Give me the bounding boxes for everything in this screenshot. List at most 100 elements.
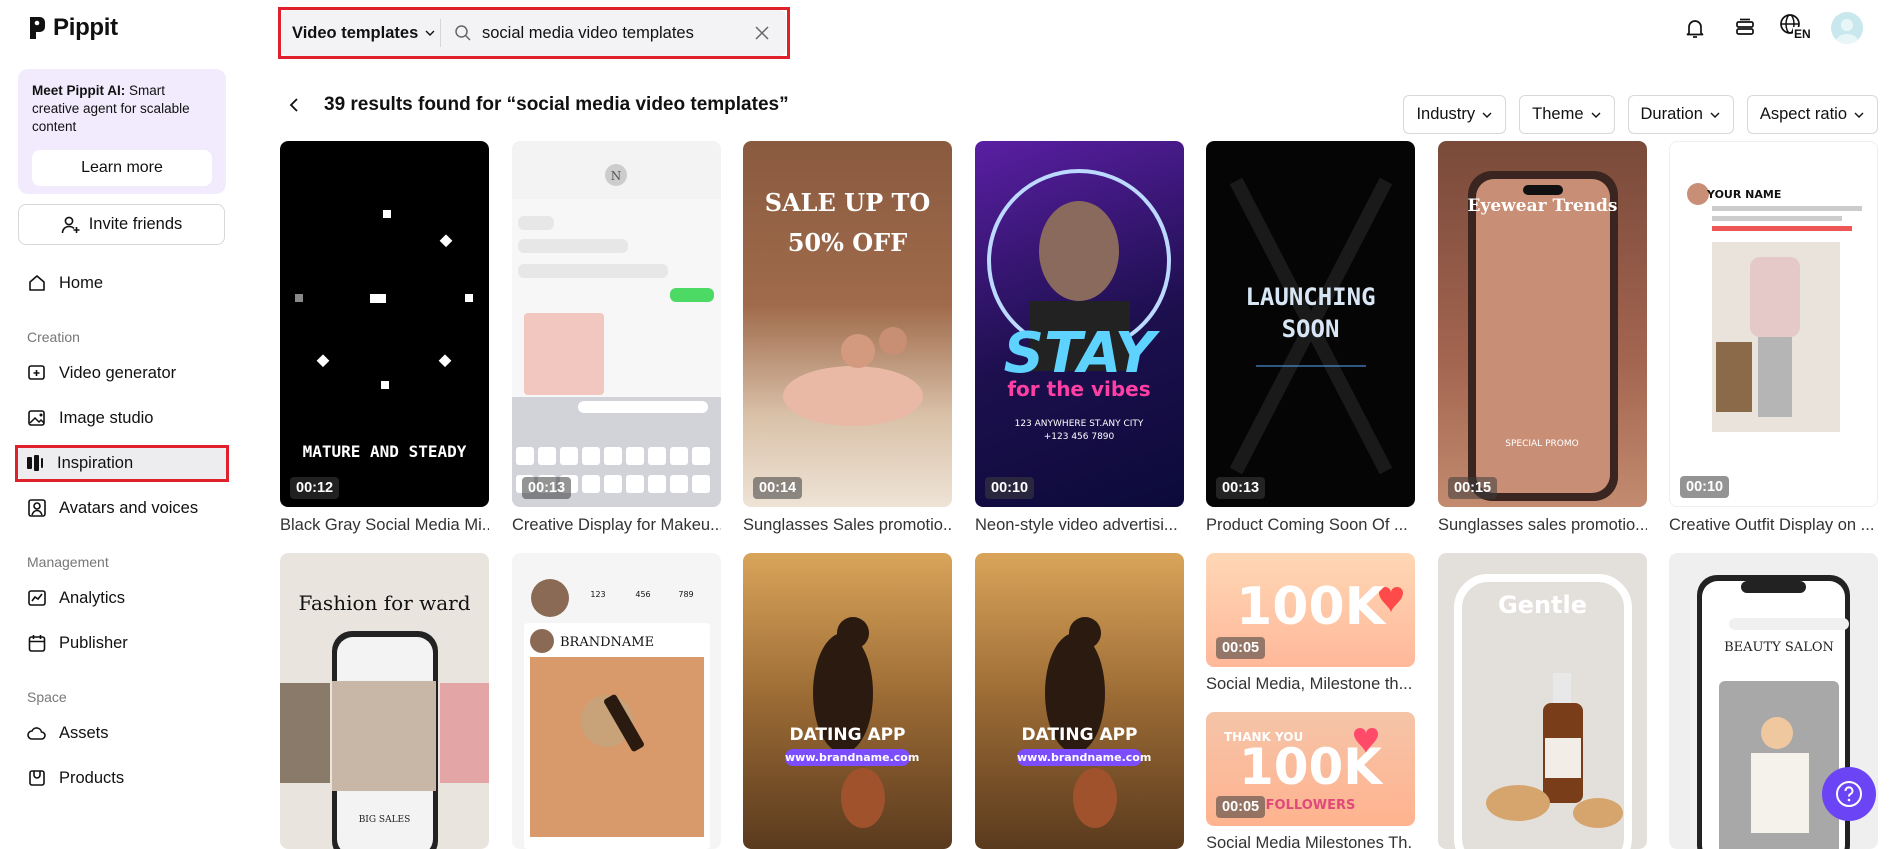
template-card[interactable]: SALE UP TO 50% OFF 00:14 Sunglasses Sale… <box>743 141 952 541</box>
template-card[interactable]: N 00:13 Creative Display for Makeu... <box>512 141 721 541</box>
duration-badge: 00:10 <box>985 477 1035 499</box>
thumbnail-caption: 100K <box>1238 738 1383 796</box>
header-actions: EN <box>1679 12 1863 44</box>
section-space: Space <box>27 689 67 705</box>
template-card[interactable]: THANK YOU 100K FOLLOWERS 00:05 Social Me… <box>1206 712 1415 849</box>
filter-industry[interactable]: Industry <box>1403 95 1507 134</box>
template-title: Product Coming Soon Of ... <box>1206 516 1408 534</box>
user-avatar[interactable] <box>1831 12 1863 44</box>
language-selector[interactable]: EN <box>1779 12 1813 44</box>
template-card[interactable]: 123 456 789 BRANDNAME <box>512 553 721 849</box>
chevron-down-icon <box>1710 112 1720 118</box>
cloud-icon <box>27 727 46 740</box>
template-card[interactable]: MATURE AND STEADY 00:12 Black Gray Socia… <box>280 141 489 541</box>
thumbnail-caption: DATING APP <box>789 725 906 745</box>
sidebar-item-label: Analytics <box>59 588 126 607</box>
sidebar-item-label: Publisher <box>59 633 128 652</box>
help-button[interactable] <box>1822 767 1876 821</box>
duration-badge: 00:15 <box>1448 477 1498 499</box>
filter-label: Aspect ratio <box>1759 105 1847 123</box>
thumbnail-caption: SALE UP TO 50% OFF <box>764 188 931 257</box>
duration-badge: 00:13 <box>1216 477 1266 499</box>
duration-badge: 00:05 <box>1216 637 1266 659</box>
thumbnail-art: 123 456 789 <box>524 579 710 849</box>
back-arrow-icon[interactable] <box>286 96 302 119</box>
language-code: EN <box>1793 27 1812 41</box>
sidebar-item-products[interactable]: Products <box>20 761 226 795</box>
filter-label: Industry <box>1416 105 1476 123</box>
sidebar-item-label: Avatars and voices <box>59 498 199 517</box>
template-card[interactable]: 100K 00:05 Social Media, Milestone th... <box>1206 553 1415 698</box>
svg-text:123 ANYWHERE ST.ANY CITY: 123 ANYWHERE ST.ANY CITY <box>1015 419 1144 429</box>
sidebar-item-home[interactable]: Home <box>20 266 226 300</box>
sidebar-item-video-generator[interactable]: Video generator <box>20 356 226 390</box>
filter-aspect-ratio[interactable]: Aspect ratio <box>1746 95 1878 134</box>
template-thumbnail: N 00:13 <box>512 141 721 507</box>
template-title: Social Media Milestones Th... <box>1206 834 1415 849</box>
section-creation: Creation <box>27 329 80 345</box>
thumbnail-art: N <box>512 141 721 507</box>
sidebar-item-assets[interactable]: Assets <box>20 716 226 750</box>
template-thumbnail: 100K 00:05 <box>1206 553 1415 667</box>
thumbnail-caption: DATING APP <box>1021 725 1138 745</box>
image-icon <box>28 410 45 426</box>
sidebar-item-image-studio[interactable]: Image studio <box>20 401 226 435</box>
thumbnail-art <box>813 617 885 828</box>
sidebar-item-analytics[interactable]: Analytics <box>20 581 226 615</box>
sidebar: Pippit Meet Pippit AI: Smart creative ag… <box>0 0 244 849</box>
template-thumbnail: YOUR NAME 00:10 <box>1669 141 1878 507</box>
sidebar-item-label: Assets <box>59 723 109 742</box>
home-icon <box>29 275 45 291</box>
template-thumbnail: DATING APP www.brandname.com <box>975 553 1184 849</box>
template-thumbnail: Gentle <box>1438 553 1647 849</box>
template-card[interactable]: DATING APP www.brandname.com <box>975 553 1184 849</box>
section-management: Management <box>27 554 109 570</box>
template-title: Black Gray Social Media Mi... <box>280 516 489 534</box>
duration-badge: 00:13 <box>522 477 572 499</box>
svg-text:789: 789 <box>678 590 693 599</box>
template-thumbnail: DATING APP www.brandname.com <box>743 553 952 849</box>
avatar-icon <box>28 499 46 517</box>
thumbnail-caption: STAY <box>1003 321 1156 386</box>
filter-label: Duration <box>1640 105 1703 123</box>
template-card[interactable]: DATING APP www.brandname.com <box>743 553 952 849</box>
learn-more-button[interactable]: Learn more <box>32 150 212 186</box>
chevron-down-icon <box>1482 112 1492 118</box>
sidebar-item-publisher[interactable]: Publisher <box>20 626 226 660</box>
template-thumbnail: THANK YOU 100K FOLLOWERS 00:05 <box>1206 712 1415 826</box>
template-thumbnail: LAUNCHING SOON 00:13 <box>1206 141 1415 507</box>
highlight-box-search <box>278 7 790 59</box>
svg-text:456: 456 <box>635 590 650 599</box>
promo-card: Meet Pippit AI: Smart creative agent for… <box>18 69 226 194</box>
template-title: Sunglasses sales promotio... <box>1438 516 1647 534</box>
pippit-logo-icon <box>28 15 46 41</box>
template-card[interactable]: LAUNCHING SOON 00:13 Product Coming Soon… <box>1206 141 1415 541</box>
template-title: Sunglasses Sales promotio... <box>743 516 952 534</box>
chevron-down-icon <box>1591 112 1600 118</box>
app-logo[interactable]: Pippit <box>28 14 118 42</box>
template-card[interactable]: YOUR NAME 00:10 Creative Outfit Display … <box>1669 141 1878 541</box>
template-card[interactable]: Fashion for ward BIG SALES <box>280 553 489 849</box>
sidebar-item-avatars[interactable]: Avatars and voices <box>20 491 226 525</box>
add-user-icon <box>61 216 80 233</box>
results-count-title: 39 results found for “social media video… <box>324 94 789 115</box>
invite-friends-button[interactable]: Invite friends <box>18 204 225 245</box>
question-mark-icon <box>1836 781 1862 807</box>
bell-icon[interactable] <box>1679 12 1711 44</box>
video-add-icon <box>28 365 45 380</box>
filter-theme[interactable]: Theme <box>1519 95 1615 134</box>
product-box-icon <box>29 770 45 786</box>
template-card[interactable]: for the vibes 123 ANYWHERE ST.ANY CITY +… <box>975 141 1184 541</box>
template-card[interactable]: Gentle <box>1438 553 1647 849</box>
filter-label: Theme <box>1532 105 1584 123</box>
stack-icon[interactable] <box>1729 12 1761 44</box>
chevron-down-icon <box>1854 112 1864 118</box>
template-thumbnail: 123 456 789 BRANDNAME <box>512 553 721 849</box>
filter-duration[interactable]: Duration <box>1627 95 1734 134</box>
template-thumbnail: for the vibes 123 ANYWHERE ST.ANY CITY +… <box>975 141 1184 507</box>
template-card[interactable]: SPECIAL PROMO Eyewear Trends 00:15 Sungl… <box>1438 141 1647 541</box>
template-thumbnail: MATURE AND STEADY 00:12 <box>280 141 489 507</box>
thumbnail-caption: Eyewear Trends <box>1467 196 1618 216</box>
thumbnail-subcaption: BIG SALES <box>358 815 411 825</box>
duration-badge: 00:12 <box>290 477 340 499</box>
